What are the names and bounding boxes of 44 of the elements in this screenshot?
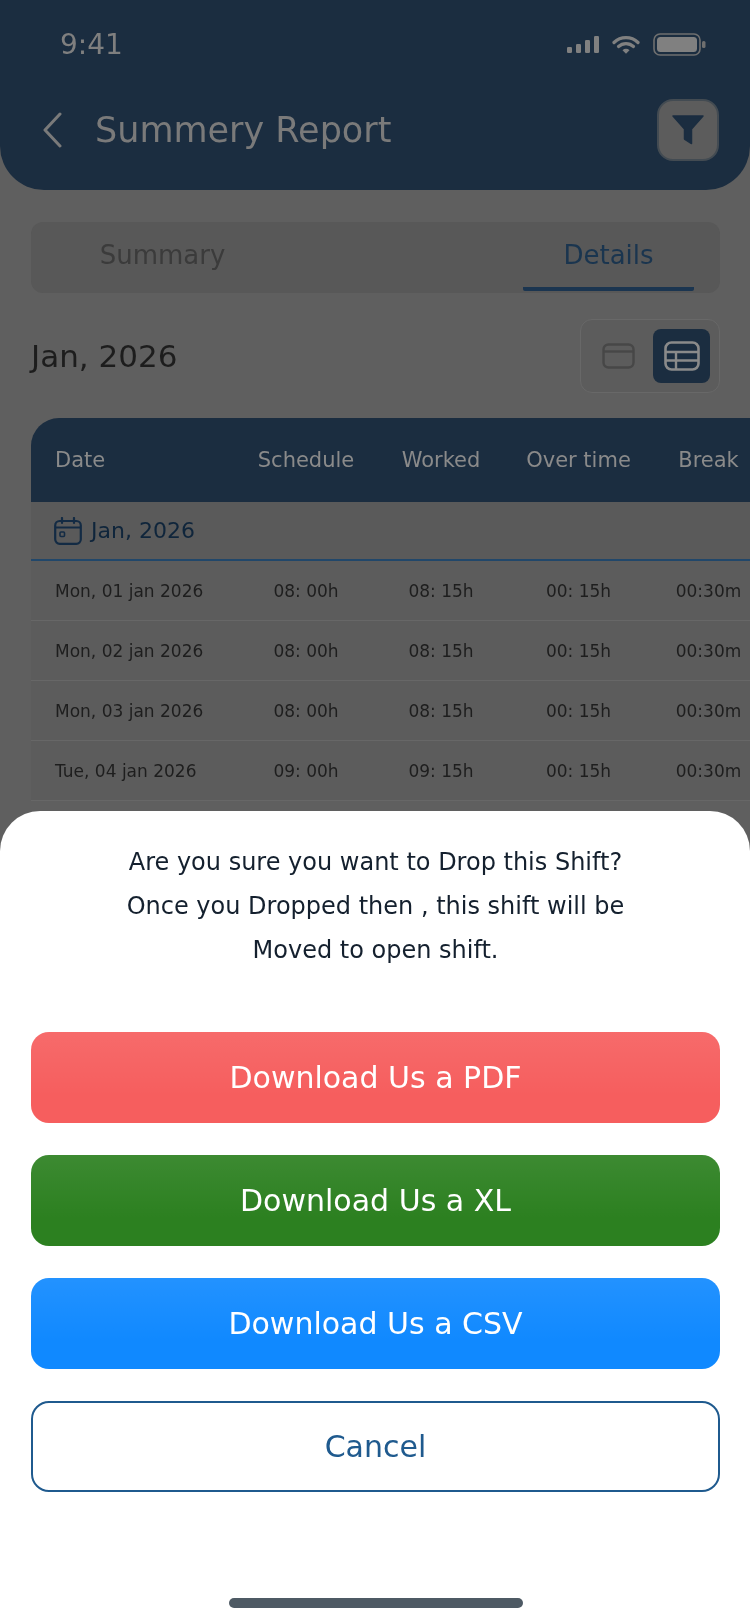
table-cell: Tue, 04 jan 2026 bbox=[55, 760, 197, 781]
status-time: 9:41 bbox=[60, 27, 123, 61]
table-cell: 00:30m bbox=[675, 580, 742, 601]
table-cell: 00:30m bbox=[675, 640, 742, 661]
table-cell: Mon, 03 jan 2026 bbox=[55, 700, 204, 721]
table-cell: 09: 00h bbox=[273, 760, 339, 781]
table-cell: 00: 15h bbox=[545, 760, 612, 781]
screen-title: Summery Report bbox=[95, 110, 392, 150]
download-button[interactable]: Download Us a PDF bbox=[31, 1032, 720, 1123]
column-header: Over time bbox=[526, 448, 631, 472]
group-label: Jan, 2026 bbox=[91, 518, 195, 543]
period-label: Jan, 2026 bbox=[31, 338, 178, 374]
wifi-icon bbox=[612, 34, 640, 54]
download-button[interactable]: Download Us a XL bbox=[31, 1155, 720, 1246]
filter-button[interactable] bbox=[657, 99, 719, 161]
table-cell: 09: 15h bbox=[408, 760, 474, 781]
table-cell: 00: 15h bbox=[545, 640, 612, 661]
table-cell: 00:30m bbox=[675, 700, 742, 721]
table-cell: 00:30m bbox=[675, 760, 742, 781]
table-cell: Mon, 02 jan 2026 bbox=[55, 640, 204, 661]
table-cell: Mon, 01 jan 2026 bbox=[55, 580, 204, 601]
table-cell: 00: 15h bbox=[545, 700, 612, 721]
table-cell: 08: 00h bbox=[273, 700, 339, 721]
table-view-button[interactable] bbox=[653, 329, 710, 383]
sheet-message: Are you sure you want to Drop this Shift? Once you Dropped then , this shift will be Moved to open shift. bbox=[126, 847, 625, 966]
cancel-button[interactable]: Cancel bbox=[31, 1401, 720, 1492]
battery-icon bbox=[653, 32, 706, 56]
signal-icon bbox=[567, 35, 599, 53]
table-cell: 08: 15h bbox=[408, 640, 474, 661]
table-cell: 00: 15h bbox=[545, 580, 612, 601]
column-header: Schedule bbox=[257, 448, 355, 472]
table-cell: 08: 00h bbox=[273, 640, 339, 661]
table-icon bbox=[663, 341, 700, 371]
table-cell: 08: 15h bbox=[408, 580, 474, 601]
filter-icon bbox=[672, 115, 704, 145]
table-cell: 08: 15h bbox=[408, 700, 474, 721]
download-button[interactable]: Download Us a CSV bbox=[31, 1278, 720, 1369]
calendar-icon bbox=[54, 516, 82, 545]
column-header: Worked bbox=[401, 448, 481, 472]
table-cell: 08: 00h bbox=[273, 580, 339, 601]
back-icon[interactable] bbox=[42, 112, 62, 148]
column-header: Break bbox=[678, 448, 739, 472]
column-header: Date bbox=[55, 448, 106, 472]
tab[interactable]: Details bbox=[523, 222, 694, 291]
